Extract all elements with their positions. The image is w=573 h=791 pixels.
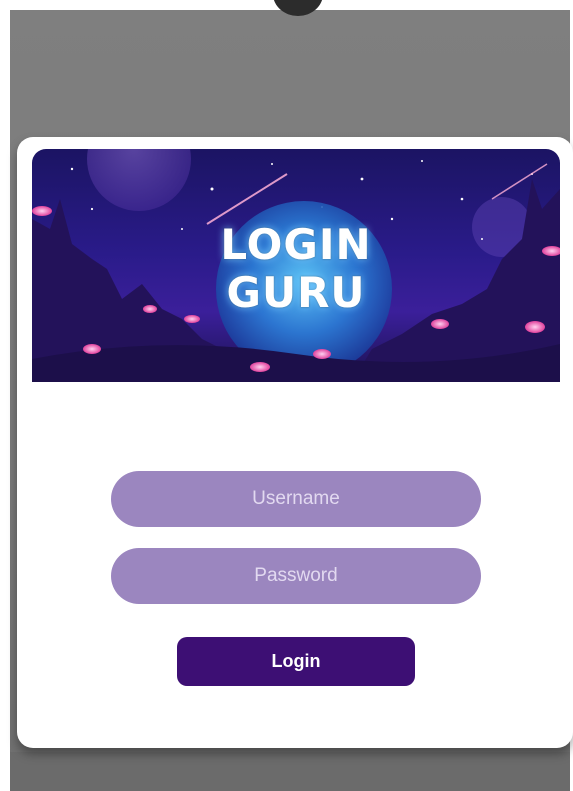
login-button[interactable]: Login: [177, 637, 415, 686]
password-input[interactable]: [111, 548, 481, 604]
bottom-shade: [10, 752, 570, 791]
moon-left: [87, 149, 191, 211]
password-field[interactable]: [111, 548, 481, 604]
banner-image: LOGIN GURU: [32, 149, 560, 382]
banner-title: LOGIN GURU: [32, 221, 560, 317]
username-input[interactable]: [111, 471, 481, 527]
banner-title-line2: GURU: [226, 268, 366, 317]
username-field[interactable]: [111, 471, 481, 527]
banner-title-line1: LOGIN: [220, 220, 372, 269]
shooting-star-2: [491, 163, 548, 200]
